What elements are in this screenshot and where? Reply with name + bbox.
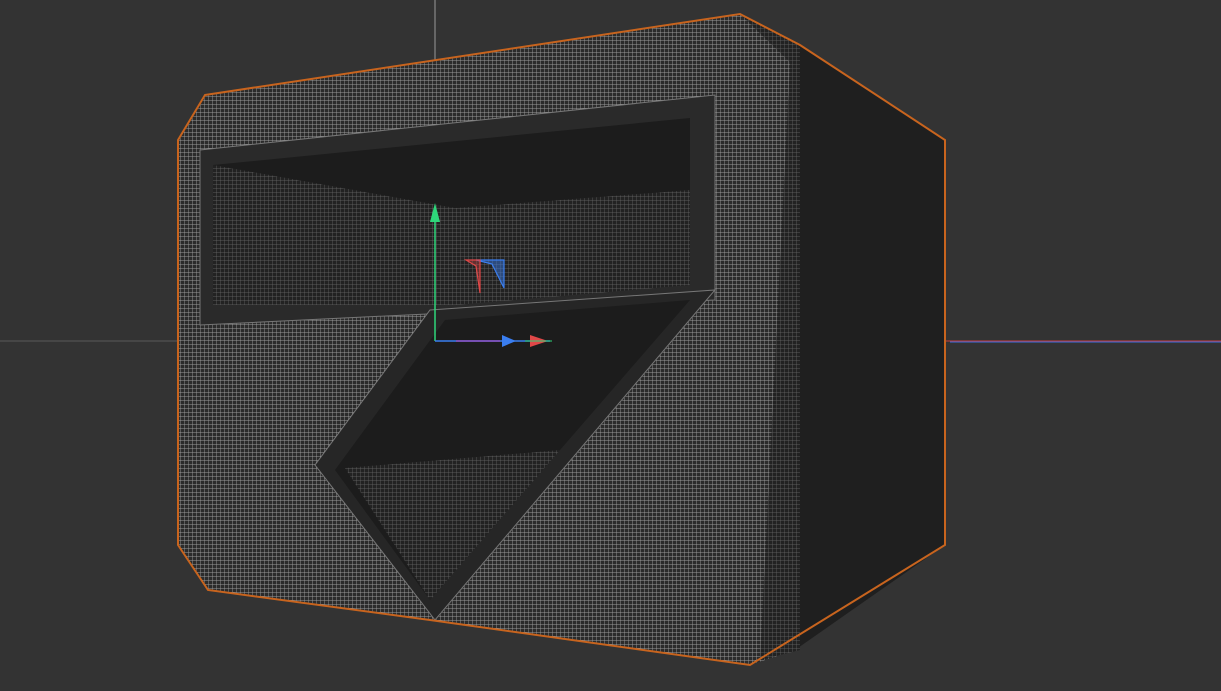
mesh-object[interactable] (177, 12, 946, 667)
3d-viewport[interactable] (0, 0, 1221, 687)
viewport-canvas[interactable] (0, 0, 1221, 687)
top-opening-back-wall (455, 190, 690, 305)
